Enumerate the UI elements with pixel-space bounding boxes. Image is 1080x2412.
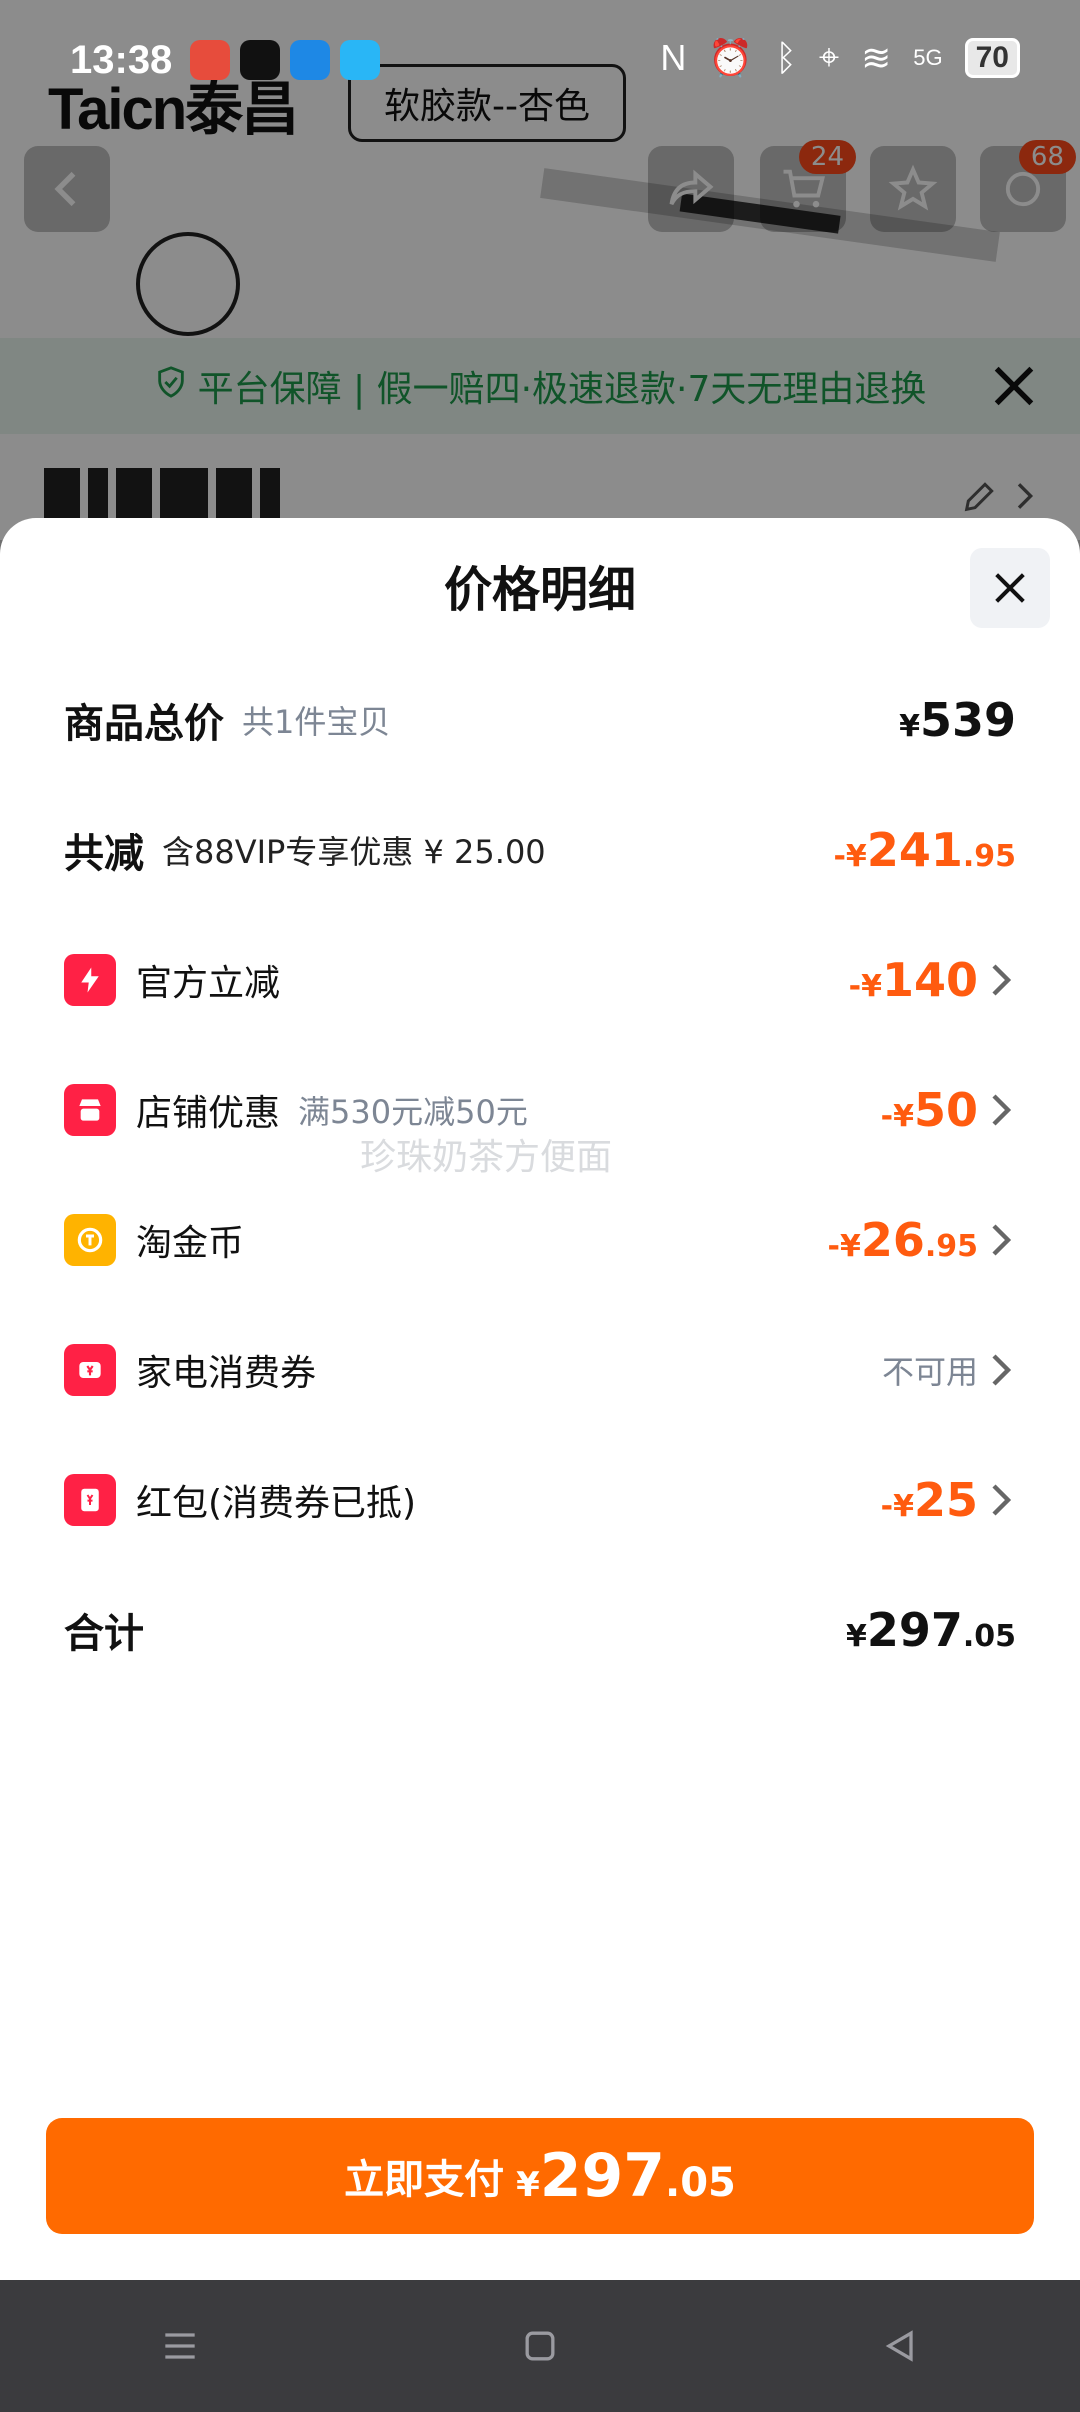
battery-icon: 70 <box>964 37 1020 78</box>
store-discount-row[interactable]: 店铺优惠 满530元减50元 -¥ 50 <box>64 1070 1016 1150</box>
chevron-right-icon <box>992 964 1012 996</box>
price-detail-sheet: 价格明细 珍珠奶茶方便面 商品总价 共1件宝贝 ¥539 共减 含88VIP专享… <box>0 518 1080 2280</box>
sum-label: 合计 <box>64 1611 144 1657</box>
coin-icon <box>64 1214 116 1266</box>
wifi-icon: ≋ <box>861 36 892 78</box>
close-icon <box>995 573 1025 603</box>
discount-label: 官方立减 <box>136 963 281 1004</box>
red-packet-icon <box>64 1474 116 1526</box>
taojinbi-row[interactable]: 淘金币 -¥ 26.95 <box>64 1200 1016 1280</box>
pay-now-label: 立即支付 <box>344 2157 505 2203</box>
sheet-title: 价格明细 <box>443 562 636 618</box>
pay-now-button[interactable]: 立即支付 ¥297.05 <box>46 2118 1034 2234</box>
chevron-right-icon <box>992 1094 1012 1126</box>
back-icon[interactable] <box>878 2324 922 2368</box>
bluetooth-icon: ᛒ <box>775 36 797 78</box>
discount-label: 家电消费券 <box>136 1353 317 1394</box>
sum-amount: ¥297.05 <box>845 1603 1016 1657</box>
sheet-close-button[interactable] <box>970 548 1050 628</box>
appliance-coupon-row[interactable]: 家电消费券 不可用 <box>64 1330 1016 1410</box>
notification-app-icons <box>190 40 380 80</box>
chevron-right-icon <box>992 1224 1012 1256</box>
alarm-icon: ⏰ <box>708 36 754 78</box>
home-icon[interactable] <box>518 2324 562 2368</box>
discount-label: 店铺优惠 <box>136 1093 281 1134</box>
status-bar: 13:38 N ⏰ ᛒ ⌖ ≋ 5G 70 <box>0 0 1080 120</box>
pay-now-amount: ¥297.05 <box>516 2141 736 2211</box>
official-discount-row[interactable]: 官方立减 -¥ 140 <box>64 940 1016 1020</box>
store-icon <box>64 1084 116 1136</box>
discount-amount: -¥ 25 <box>880 1473 978 1527</box>
store-discount-condition: 满530元减50元 <box>298 1093 528 1131</box>
reduction-label: 共减 <box>64 831 144 877</box>
discount-label: 红包(消费券已抵) <box>136 1483 417 1524</box>
lightning-icon <box>64 954 116 1006</box>
nfc-icon: N <box>660 36 687 78</box>
total-price-row: 商品总价 共1件宝贝 ¥539 <box>64 680 1016 760</box>
app-notification-icon <box>290 40 330 80</box>
discount-label: 淘金币 <box>136 1223 245 1264</box>
location-icon: ⌖ <box>818 36 840 77</box>
tiktok-icon <box>240 40 280 80</box>
chevron-right-icon <box>992 1354 1012 1386</box>
total-price-label: 商品总价 <box>64 701 224 747</box>
coupon-icon <box>64 1344 116 1396</box>
total-reduction-row: 共减 含88VIP专享优惠 ¥ 25.00 -¥ 241.95 <box>64 810 1016 890</box>
menu-icon[interactable] <box>158 2324 202 2368</box>
video-app-icon <box>340 40 380 80</box>
status-indicators: N ⏰ ᛒ ⌖ ≋ 5G 70 <box>660 36 1020 79</box>
discount-amount: -¥ 140 <box>848 953 978 1007</box>
sum-row: 合计 ¥297.05 <box>64 1590 1016 1670</box>
chevron-right-icon <box>992 1484 1012 1516</box>
discount-amount: -¥ 50 <box>880 1083 978 1137</box>
total-price-amount: ¥539 <box>899 693 1016 747</box>
red-packet-row[interactable]: 红包(消费券已抵) -¥ 25 <box>64 1460 1016 1540</box>
reduction-amount: -¥ 241.95 <box>833 823 1016 877</box>
system-navigation-bar <box>0 2280 1080 2412</box>
status-time: 13:38 <box>70 38 173 82</box>
vip-discount-note: 含88VIP专享优惠 ¥ 25.00 <box>162 833 546 871</box>
discount-amount: -¥ 26.95 <box>827 1213 979 1267</box>
signal-icon: 5G <box>913 44 943 70</box>
app-notification-icon <box>190 40 230 80</box>
item-count: 共1件宝贝 <box>242 703 391 741</box>
unavailable-status: 不可用 <box>881 1353 978 1391</box>
